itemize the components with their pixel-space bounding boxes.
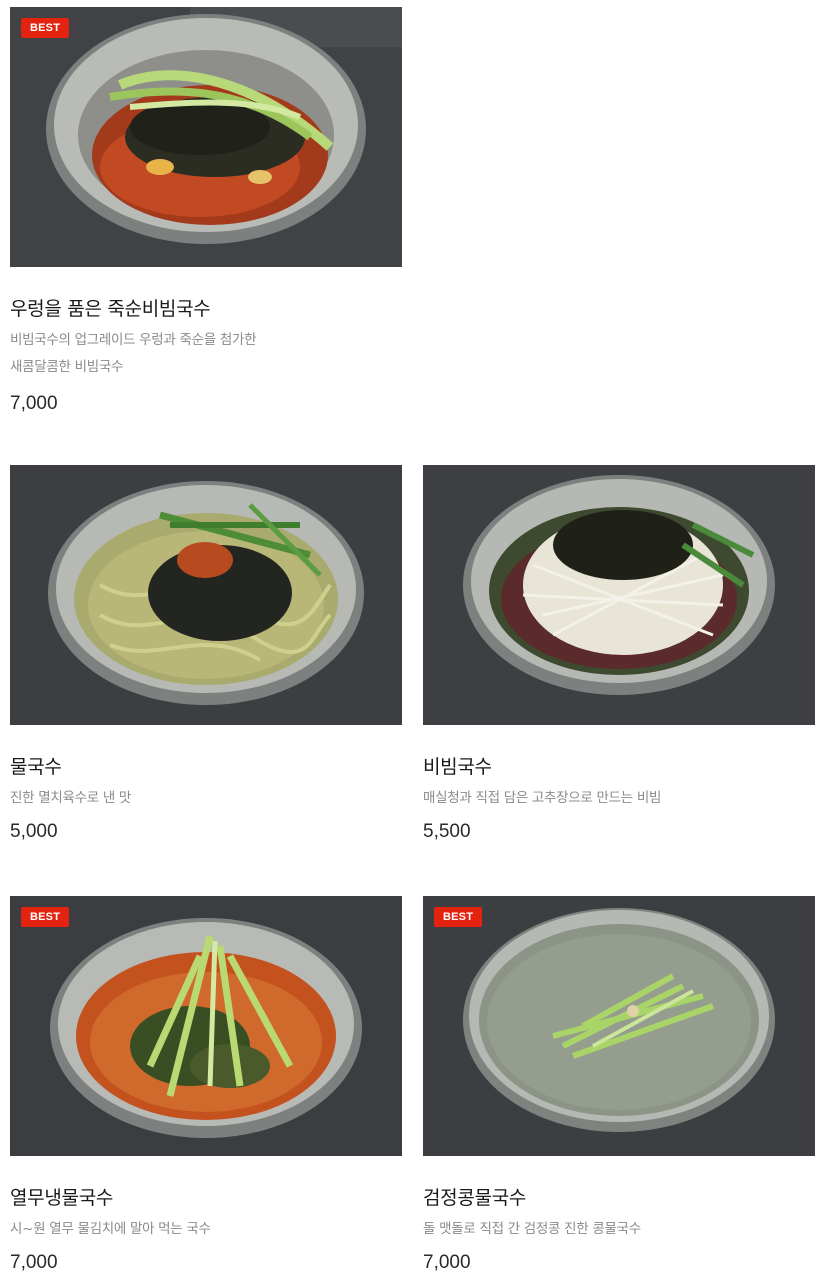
menu-description: 매실청과 직접 담은 고추장으로 만드는 비빔 — [423, 785, 815, 812]
menu-description-line: 매실청과 직접 담은 고추장으로 만드는 비빔 — [423, 790, 662, 806]
menu-price: 5,500 — [423, 821, 471, 842]
menu-price: 5,000 — [10, 821, 58, 842]
menu-name[interactable]: 비빔국수 — [423, 752, 492, 779]
menu-name[interactable]: 물국수 — [10, 752, 62, 779]
menu-photo[interactable]: BEST — [10, 7, 402, 267]
menu-photo-art — [423, 896, 815, 1156]
menu-description: 비빔국수의 업그레이드 우렁과 죽순을 첨가한 새콤달콤한 비빔국수 — [10, 327, 402, 381]
menu-description-line: 돌 맷돌로 직접 간 검정콩 진한 콩물국수 — [423, 1221, 641, 1237]
menu-photo[interactable] — [423, 465, 815, 725]
menu-photo[interactable]: BEST — [10, 896, 402, 1156]
menu-photo[interactable]: BEST — [423, 896, 815, 1156]
menu-name[interactable]: 열무냉물국수 — [10, 1183, 113, 1210]
menu-grid: BEST 우렁을 품은 죽순비빔국수 비빔국수의 업그레이드 우렁과 죽순을 첨… — [0, 0, 830, 1282]
menu-card[interactable]: 물국수 진한 멸치육수로 낸 맛 5,000 — [10, 465, 402, 842]
menu-description: 돌 맷돌로 직접 간 검정콩 진한 콩물국수 — [423, 1216, 815, 1243]
menu-description-line: 새콤달콤한 비빔국수 — [10, 359, 124, 375]
menu-card[interactable]: 비빔국수 매실청과 직접 담은 고추장으로 만드는 비빔 5,500 — [423, 465, 815, 842]
menu-price: 7,000 — [10, 393, 58, 414]
menu-price: 7,000 — [423, 1252, 471, 1273]
menu-card[interactable]: BEST 열무냉물국수 시~원 열무 물김치에 말아 먹는 국수 7,000 — [10, 896, 402, 1273]
menu-card[interactable]: BEST 우렁을 품은 죽순비빔국수 비빔국수의 업그레이드 우렁과 죽순을 첨… — [10, 7, 402, 414]
menu-description: 시~원 열무 물김치에 말아 먹는 국수 — [10, 1216, 402, 1243]
best-badge: BEST — [21, 18, 70, 38]
menu-description-line: 시~원 열무 물김치에 말아 먹는 국수 — [10, 1221, 211, 1237]
menu-photo-art — [10, 465, 402, 725]
menu-description-line: 진한 멸치육수로 낸 맛 — [10, 790, 132, 806]
best-badge: BEST — [21, 907, 70, 927]
menu-name[interactable]: 검정콩물국수 — [423, 1183, 526, 1210]
menu-description: 진한 멸치육수로 낸 맛 — [10, 785, 402, 812]
menu-photo-art — [10, 7, 402, 267]
menu-photo-art — [423, 465, 815, 725]
menu-price: 7,000 — [10, 1252, 58, 1273]
best-badge: BEST — [434, 907, 483, 927]
menu-description-line: 비빔국수의 업그레이드 우렁과 죽순을 첨가한 — [10, 332, 257, 348]
menu-photo-art — [10, 896, 402, 1156]
menu-photo[interactable] — [10, 465, 402, 725]
menu-name[interactable]: 우렁을 품은 죽순비빔국수 — [10, 294, 211, 321]
menu-card[interactable]: BEST 검정콩물국수 돌 맷돌로 직접 간 검정콩 진한 콩물국수 7,000 — [423, 896, 815, 1273]
